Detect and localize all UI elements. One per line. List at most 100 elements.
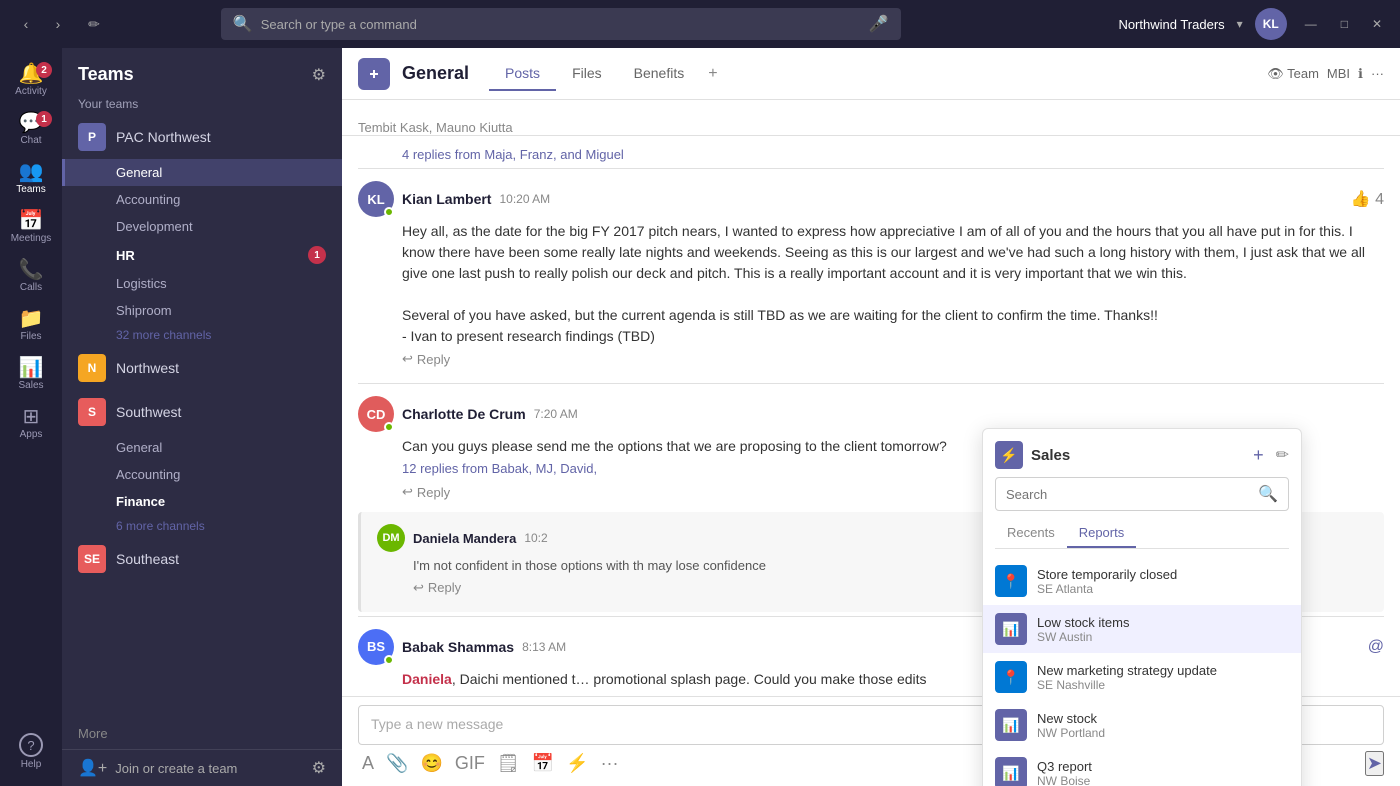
top-right: Northwind Traders ▾ KL — □ ✕ <box>1118 8 1388 40</box>
schedule-button[interactable]: 📅 <box>528 749 558 778</box>
format-button[interactable]: A <box>358 749 378 778</box>
sidebar-item-help[interactable]: ? Help <box>15 725 47 778</box>
search-bar[interactable]: 🔍 🎤 <box>221 8 901 40</box>
mention-icon: @ <box>1368 638 1384 656</box>
back-button[interactable]: ‹ <box>12 10 40 38</box>
pac-northwest-more-channels[interactable]: 32 more channels <box>62 324 342 346</box>
sidebar-item-sales[interactable]: 📊 Sales <box>0 350 62 399</box>
sidebar-item-chat[interactable]: 💬 Chat 1 <box>0 105 62 154</box>
kian-reply-button[interactable]: ↩ Reply <box>358 347 1384 371</box>
channel-hr[interactable]: HR 1 <box>62 240 342 270</box>
activity-label: Activity <box>15 86 47 97</box>
channel-shiproom[interactable]: Shiproom <box>62 297 342 324</box>
team-southwest[interactable]: S Southwest ··· <box>62 390 342 434</box>
sidebar-item-meetings[interactable]: 📅 Meetings <box>0 203 62 252</box>
extension-button[interactable]: ⚡ <box>562 749 592 778</box>
channel-sw-accounting[interactable]: Accounting <box>62 461 342 488</box>
list-item[interactable]: 📍 New marketing strategy update SE Nashv… <box>983 653 1301 701</box>
sidebar-item-activity[interactable]: 🔔 Activity 2 <box>0 56 62 105</box>
sales-dropdown: ⚡ Sales + ✏ 🔍 Recents Reports 📍 Store te… <box>982 428 1302 786</box>
message-input-placeholder: Type a new message <box>371 716 503 732</box>
tab-reports[interactable]: Reports <box>1067 519 1137 548</box>
store-closed-sub: SE Atlanta <box>1037 582 1289 596</box>
kian-author: Kian Lambert <box>402 191 491 207</box>
tab-posts[interactable]: Posts <box>489 57 556 91</box>
search-icon: 🔍 <box>233 14 253 34</box>
dropdown-search[interactable]: 🔍 <box>995 477 1289 511</box>
sidebar-item-files[interactable]: 📁 Files <box>0 301 62 350</box>
tab-benefits[interactable]: Benefits <box>618 57 701 91</box>
filter-icon[interactable]: ⚙ <box>312 65 326 85</box>
sidebar-more[interactable]: More <box>62 718 342 749</box>
kian-time: 10:20 AM <box>499 192 550 206</box>
icon-sidebar-bottom: ? Help <box>15 725 47 786</box>
more-button[interactable]: ··· <box>597 749 623 778</box>
close-button[interactable]: ✕ <box>1366 17 1388 31</box>
team-northwest[interactable]: N Northwest ··· <box>62 346 342 390</box>
sidebar-item-apps[interactable]: ⊞ Apps <box>0 399 62 448</box>
channel-title: General <box>402 63 469 84</box>
channel-accounting[interactable]: Accounting <box>62 186 342 213</box>
emoji-button[interactable]: 😊 <box>416 749 446 778</box>
info-icon[interactable]: ℹ <box>1358 66 1363 82</box>
tab-recents[interactable]: Recents <box>995 519 1067 548</box>
charlotte-time: 7:20 AM <box>534 407 578 421</box>
channel-development[interactable]: Development <box>62 213 342 240</box>
chevron-down-icon: ▾ <box>1237 17 1243 31</box>
sticker-button[interactable]: 🗒 <box>493 749 524 778</box>
gif-button[interactable]: GIF <box>451 749 489 778</box>
thread-authors: Tembit Kask, Mauno Kiutta <box>358 120 513 135</box>
forward-button[interactable]: › <box>44 10 72 38</box>
teams-icon: 👥 <box>19 162 44 182</box>
apps-label: Apps <box>20 429 43 440</box>
dropdown-pencil-icon[interactable]: ✏ <box>1276 445 1289 465</box>
new-stock-sub: NW Portland <box>1037 726 1289 740</box>
more-options-icon[interactable]: ··· <box>1371 66 1384 81</box>
low-stock-name: Low stock items <box>1037 615 1289 630</box>
southeast-avatar: SE <box>78 545 106 573</box>
join-team-button[interactable]: 👤+ Join or create a team <box>78 758 237 778</box>
babak-avatar-wrap: BS <box>358 629 394 665</box>
thread-separator: Tembit Kask, Mauno Kiutta <box>342 116 1400 136</box>
list-item[interactable]: 📊 Low stock items SW Austin <box>983 605 1301 653</box>
chat-label: Chat <box>20 135 41 146</box>
sidebar-item-teams[interactable]: 👥 Teams <box>0 154 62 203</box>
reply-count-top[interactable]: 4 replies from Maja, Franz, and Miguel <box>342 144 1400 164</box>
maximize-button[interactable]: □ <box>1335 17 1354 31</box>
your-teams-label: Your teams <box>62 93 342 115</box>
add-tab-icon[interactable]: + <box>700 57 725 91</box>
dropdown-search-input[interactable] <box>1006 487 1252 502</box>
southwest-more-channels[interactable]: 6 more channels <box>62 515 342 537</box>
team-pac-northwest[interactable]: P PAC Northwest ··· <box>62 115 342 159</box>
settings-icon[interactable]: ⚙ <box>312 758 326 778</box>
channel-general[interactable]: General <box>62 159 342 186</box>
compose-button[interactable]: ✏ <box>80 10 108 38</box>
q3-report-name: Q3 report <box>1037 759 1289 774</box>
user-avatar[interactable]: KL <box>1255 8 1287 40</box>
sidebar-item-calls[interactable]: 📞 Calls <box>0 252 62 301</box>
list-item[interactable]: 📊 New stock NW Portland <box>983 701 1301 749</box>
low-stock-icon: 📊 <box>995 613 1027 645</box>
search-input[interactable] <box>261 17 861 32</box>
send-button[interactable]: ➤ <box>1365 751 1384 776</box>
babak-online-dot <box>384 655 394 665</box>
reply-label: Reply <box>417 352 450 367</box>
reply-arrow-icon: ↩ <box>402 351 413 367</box>
store-closed-info: Store temporarily closed SE Atlanta <box>1037 567 1289 596</box>
attach-button[interactable]: 📎 <box>382 749 412 778</box>
minimize-button[interactable]: — <box>1299 17 1323 31</box>
channel-logistics[interactable]: Logistics <box>62 270 342 297</box>
channel-sw-general[interactable]: General <box>62 434 342 461</box>
kian-online-dot <box>384 207 394 217</box>
channel-sw-finance[interactable]: Finance <box>62 488 342 515</box>
list-item[interactable]: 📍 Store temporarily closed SE Atlanta <box>983 557 1301 605</box>
tab-files[interactable]: Files <box>556 57 618 91</box>
reply-arrow-icon2: ↩ <box>402 484 413 500</box>
view-team-button[interactable]: 👁 Team <box>1267 66 1319 82</box>
dropdown-add-button[interactable]: + <box>1253 445 1264 466</box>
mbi-badge[interactable]: MBI <box>1327 66 1350 81</box>
northwest-name: Northwest <box>116 360 300 376</box>
user-name-label[interactable]: Northwind Traders <box>1118 17 1224 32</box>
team-southeast[interactable]: SE Southeast ··· <box>62 537 342 581</box>
list-item[interactable]: 📊 Q3 report NW Boise <box>983 749 1301 786</box>
